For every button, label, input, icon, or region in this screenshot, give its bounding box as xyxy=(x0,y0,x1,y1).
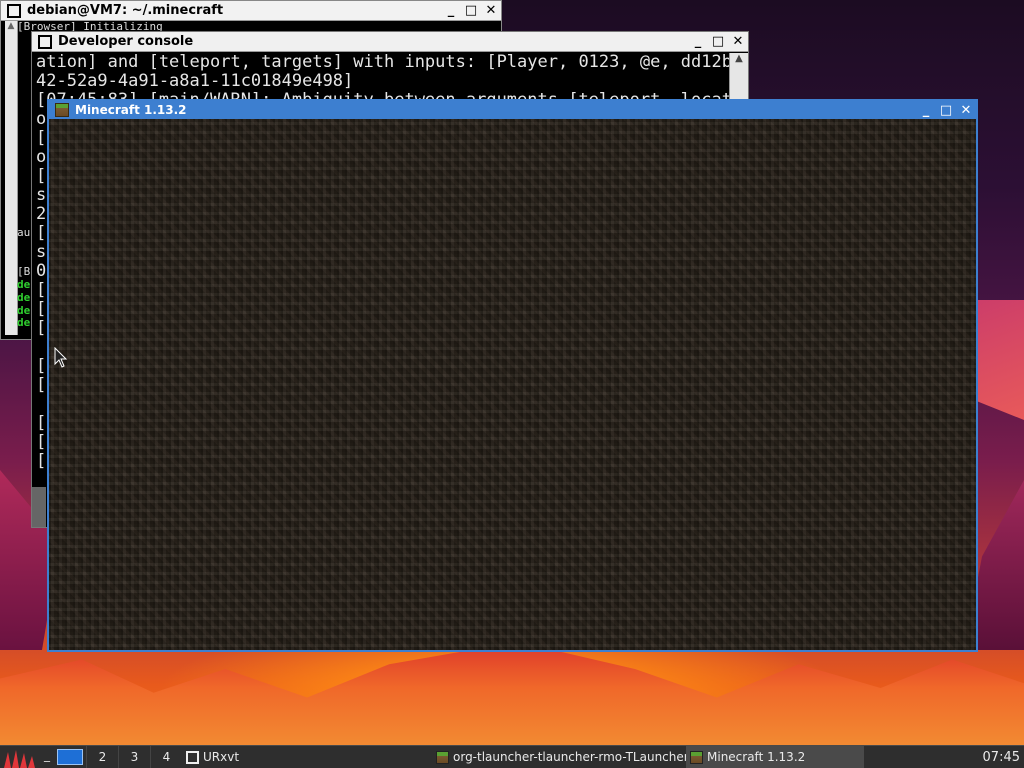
dev-console-titlebar[interactable]: Developer console _ □ ✕ xyxy=(32,32,748,52)
scroll-up-arrow-icon[interactable]: ▲ xyxy=(5,21,17,31)
close-button[interactable]: ✕ xyxy=(956,101,976,119)
minecraft-titlebar[interactable]: Minecraft 1.13.2 _ □ ✕ xyxy=(49,101,976,119)
close-button[interactable]: ✕ xyxy=(728,33,748,51)
workspace-1-button[interactable] xyxy=(54,746,86,768)
terminal-icon xyxy=(7,3,21,18)
close-button[interactable]: ✕ xyxy=(481,2,501,20)
window-icon xyxy=(38,34,52,49)
menu-logo-icon[interactable] xyxy=(0,746,40,768)
workspace-preview xyxy=(57,749,83,765)
urxvt-title: debian@VM7: ~/.minecraft xyxy=(27,3,224,18)
scroll-up-arrow-icon[interactable]: ▲ xyxy=(730,53,748,64)
task-tlauncher[interactable]: org-tlauncher-tlauncher-rmo-TLauncher xyxy=(432,746,686,768)
maximize-button[interactable]: □ xyxy=(936,101,956,119)
dev-console-scrollbar[interactable]: ▲ xyxy=(729,53,748,103)
task-label: org-tlauncher-tlauncher-rmo-TLauncher xyxy=(453,750,686,764)
minimize-button[interactable]: _ xyxy=(916,101,936,119)
task-urxvt[interactable]: URxvt xyxy=(182,746,432,768)
minecraft-icon xyxy=(436,750,449,764)
minimize-button[interactable]: _ xyxy=(441,2,461,20)
terminal-icon xyxy=(186,750,199,764)
show-desktop-button[interactable]: _ xyxy=(40,748,54,762)
maximize-button[interactable]: □ xyxy=(708,33,728,51)
workspace-3-button[interactable]: 3 xyxy=(118,746,150,768)
task-label: URxvt xyxy=(203,750,240,764)
minecraft-window[interactable]: Minecraft 1.13.2 _ □ ✕ xyxy=(47,99,978,652)
minecraft-title: Minecraft 1.13.2 xyxy=(75,103,187,117)
taskbar: _ 2 3 4 URxvt org-tlauncher-tlauncher-rm… xyxy=(0,745,1024,768)
minecraft-icon xyxy=(690,750,703,764)
workspace-2-button[interactable]: 2 xyxy=(86,746,118,768)
workspace-4-button[interactable]: 4 xyxy=(150,746,182,768)
maximize-button[interactable]: □ xyxy=(461,2,481,20)
dev-console-frame-edge xyxy=(32,487,46,527)
urxvt-titlebar[interactable]: debian@VM7: ~/.minecraft _ □ ✕ xyxy=(1,1,501,21)
minecraft-game-canvas[interactable] xyxy=(49,119,976,650)
minimize-button[interactable]: _ xyxy=(688,33,708,51)
console-line: ation] and [teleport, targets] with inpu… xyxy=(36,53,730,72)
task-label: Minecraft 1.13.2 xyxy=(707,750,806,764)
minecraft-icon xyxy=(55,103,69,117)
dev-console-title: Developer console xyxy=(58,34,194,49)
console-line: 42-52a9-4a91-a8a1-11c01849e498] xyxy=(36,71,354,91)
wallpaper-ground xyxy=(0,650,1024,745)
task-minecraft[interactable]: Minecraft 1.13.2 xyxy=(686,746,864,768)
clock[interactable]: 07:45 xyxy=(960,750,1024,765)
